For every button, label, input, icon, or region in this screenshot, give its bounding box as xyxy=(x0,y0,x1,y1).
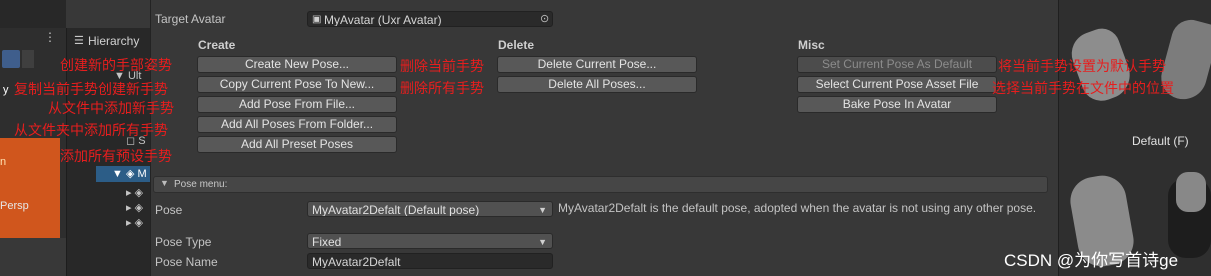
preview-caption: Default (F) xyxy=(1132,134,1189,148)
watermark: CSDN @为你写首诗ge xyxy=(1004,251,1179,270)
more-icon[interactable]: ⋮ xyxy=(44,30,56,44)
pose-name-label: Pose Name xyxy=(155,255,218,269)
annotation-select-asset: 选择当前手势在文件中的位置 xyxy=(992,80,1174,96)
add-poses-from-folder-button[interactable]: Add All Poses From Folder... xyxy=(197,116,397,133)
annotation-delete-current: 删除当前手势 xyxy=(400,58,484,74)
target-avatar-field[interactable]: ▣ MyAvatar (Uxr Avatar) xyxy=(307,11,553,27)
hierarchy-row-label: M xyxy=(137,168,147,180)
annotation-copy-current: 复制当前手势创建新手势 xyxy=(14,81,168,97)
copy-current-pose-button[interactable]: Copy Current Pose To New... xyxy=(197,76,397,93)
hierarchy-child-row[interactable]: ▸ ◈ xyxy=(126,186,143,199)
pose-dropdown[interactable]: MyAvatar2Defalt (Default pose) ▼ xyxy=(307,201,553,217)
add-pose-from-file-button[interactable]: Add Pose From File... xyxy=(197,96,397,113)
pose-description: MyAvatar2Defalt is the default pose, ado… xyxy=(558,201,1037,215)
set-default-pose-button[interactable]: Set Current Pose As Default xyxy=(797,56,997,73)
annotation-add-from-file: 从文件中添加新手势 xyxy=(48,100,174,116)
annotation-add-from-folder: 从文件夹中添加所有手势 xyxy=(14,122,168,138)
avatar-object-icon: ▣ xyxy=(312,14,322,25)
pose-menu-header: Pose menu: xyxy=(174,179,228,190)
pose-type-label: Pose Type xyxy=(155,235,212,249)
hierarchy-child-row[interactable]: ▸ ◈ xyxy=(126,216,143,229)
annotation-set-default: 将当前手势设置为默认手势 xyxy=(998,58,1166,74)
foldout-arrow-icon: ▼ xyxy=(160,178,169,188)
add-preset-poses-button[interactable]: Add All Preset Poses xyxy=(197,136,397,153)
glove-thumbnail-detail xyxy=(1176,172,1206,212)
hierarchy-icon: ☰ xyxy=(74,35,84,47)
pose-menu-foldout[interactable]: ▼ Pose menu: xyxy=(153,176,1048,193)
object-picker-icon[interactable]: ⊙ xyxy=(540,12,549,25)
pose-label: Pose xyxy=(155,203,183,217)
dropdown-icon[interactable] xyxy=(22,50,34,68)
pose-name-input[interactable]: MyAvatar2Defalt xyxy=(307,253,553,269)
scene-object-label: n xyxy=(0,156,7,168)
hierarchy-child-row[interactable]: ▸ ◈ xyxy=(126,201,143,214)
hierarchy-title[interactable]: Hierarchy xyxy=(88,34,139,48)
create-new-pose-button[interactable]: Create New Pose... xyxy=(197,56,397,73)
annotation-add-presets: 添加所有预设手势 xyxy=(60,148,172,164)
chevron-down-icon: ▼ xyxy=(538,205,547,215)
target-avatar-value: MyAvatar (Uxr Avatar) xyxy=(324,13,442,27)
create-header: Create xyxy=(198,38,236,52)
scene-toolbar xyxy=(0,0,66,28)
delete-header: Delete xyxy=(498,38,535,52)
select-pose-asset-button[interactable]: Select Current Pose Asset File xyxy=(797,76,997,93)
layers-icon[interactable] xyxy=(2,50,20,68)
pose-type-dropdown[interactable]: Fixed ▼ xyxy=(307,233,553,249)
pose-type-value: Fixed xyxy=(312,235,342,249)
chevron-down-icon: ▼ xyxy=(538,237,547,247)
delete-all-poses-button[interactable]: Delete All Poses... xyxy=(497,76,697,93)
delete-current-pose-button[interactable]: Delete Current Pose... xyxy=(497,56,697,73)
scene-object xyxy=(0,138,60,238)
target-avatar-label: Target Avatar xyxy=(155,12,226,26)
misc-header: Misc xyxy=(798,38,825,52)
pose-dropdown-value: MyAvatar2Defalt (Default pose) xyxy=(312,203,480,217)
persp-label[interactable]: Persp xyxy=(0,200,29,212)
gizmo-y-label: y xyxy=(3,84,9,96)
bake-pose-button[interactable]: Bake Pose In Avatar xyxy=(797,96,997,113)
annotation-create-new: 创建新的手部姿势 xyxy=(60,57,172,73)
hierarchy-row[interactable]: ▼ ◈ M xyxy=(112,167,147,180)
annotation-delete-all: 删除所有手势 xyxy=(400,80,484,96)
